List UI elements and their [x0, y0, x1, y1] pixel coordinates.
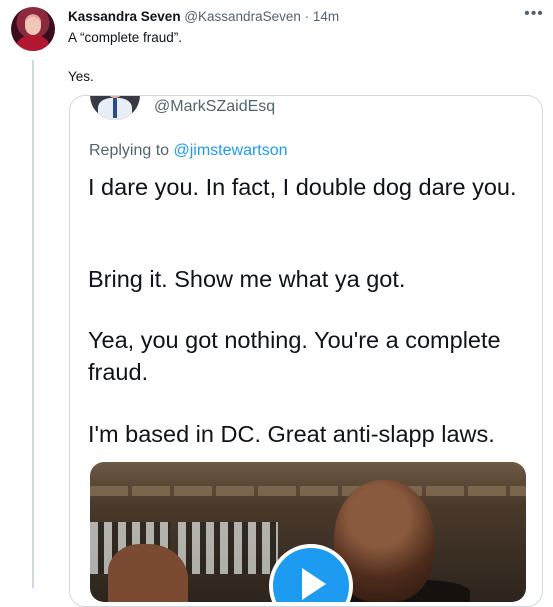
quoted-paragraph-2: Bring it. Show me what ya got. — [88, 266, 406, 292]
thumbnail-wall — [90, 486, 526, 496]
tweet-text-line-2: Yes. — [68, 69, 94, 84]
timestamp[interactable]: 14m — [313, 9, 339, 24]
play-triangle — [302, 568, 326, 600]
author-name[interactable]: Kassandra Seven — [68, 9, 181, 24]
video-thumbnail[interactable] — [90, 462, 526, 602]
replying-to: Replying to @jimstewartson — [89, 142, 288, 160]
replying-prefix: Replying to — [89, 142, 174, 159]
quoted-paragraph-3: Yea, you got nothing. You're a complete … — [88, 327, 501, 385]
quoted-paragraph-4: I'm based in DC. Great anti-slapp laws. — [88, 421, 495, 447]
avatar-suit — [17, 35, 49, 51]
avatar-face — [25, 17, 41, 35]
tweet-header: Kassandra Seven @KassandraSeven · 14m — [68, 9, 339, 25]
author-handle[interactable]: @KassandraSeven — [184, 9, 301, 24]
thumbnail-hand — [108, 544, 188, 602]
thread-line — [32, 60, 34, 588]
more-horizontal-icon[interactable]: ••• — [521, 6, 547, 26]
quoted-tweet-card[interactable]: @MarkSZaidEsq Replying to @jimstewartson… — [69, 95, 543, 607]
quoted-avatar[interactable] — [90, 96, 140, 120]
tweet-text-line-1: A “complete fraud”. — [68, 30, 183, 45]
avatar[interactable] — [11, 7, 55, 51]
quoted-avatar-tie — [113, 98, 117, 118]
thumbnail-window — [178, 522, 278, 574]
quoted-paragraph-1: I dare you. In fact, I double dog dare y… — [88, 174, 517, 200]
time-separator: · — [300, 9, 313, 24]
replying-to-link[interactable]: @jimstewartson — [174, 142, 288, 159]
quoted-handle[interactable]: @MarkSZaidEsq — [154, 98, 275, 116]
